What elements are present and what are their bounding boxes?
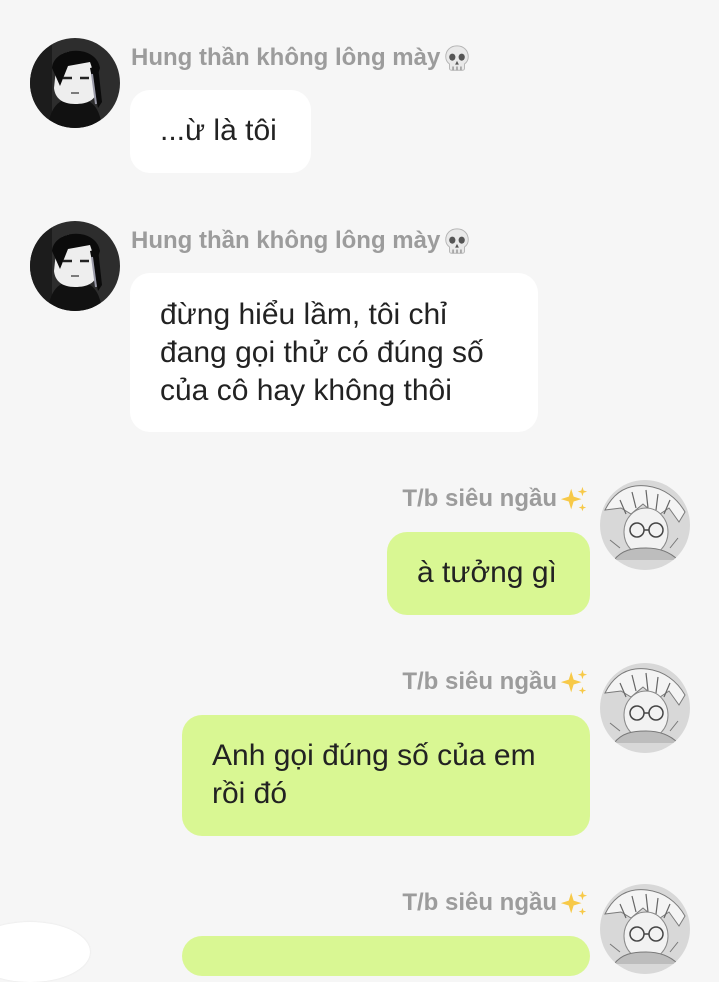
skull-icon xyxy=(442,227,472,257)
message-text: Anh gọi đúng số của em rồi đó xyxy=(212,739,536,810)
message-bubble-incoming[interactable]: ...ừ là tôi xyxy=(130,90,311,173)
message-bubble-outgoing[interactable]: à tưởng gì xyxy=(387,532,590,615)
message-text: đừng hiểu lầm, tôi chỉ đang gọi thử có đ… xyxy=(160,298,484,407)
avatar-self[interactable] xyxy=(600,480,690,570)
sender-name-self: T/b siêu ngầu xyxy=(402,667,589,698)
message-bubble-outgoing[interactable]: Anh gọi đúng số của em rồi đó xyxy=(182,715,590,836)
message-text: ...ừ là tôi xyxy=(160,114,277,147)
message-bubble-incoming[interactable]: đừng hiểu lầm, tôi chỉ đang gọi thử có đ… xyxy=(130,273,538,432)
sender-name: Hung thần không lông mày xyxy=(131,44,441,71)
scroll-indicator xyxy=(0,922,90,982)
skull-icon xyxy=(442,44,472,74)
avatar-other[interactable] xyxy=(30,38,120,128)
sender-name-self: T/b siêu ngầu xyxy=(402,484,589,515)
sparkles-icon xyxy=(559,668,589,698)
sender-name: T/b siêu ngầu xyxy=(402,668,557,695)
sender-name: Hung thần không lông mày xyxy=(131,227,441,254)
sparkles-icon xyxy=(559,889,589,919)
sender-name-self: T/b siêu ngầu xyxy=(402,888,589,919)
sender-name-other: Hung thần không lông mày xyxy=(131,226,472,257)
sender-name: T/b siêu ngầu xyxy=(402,889,557,916)
sparkles-icon xyxy=(559,485,589,515)
avatar-other[interactable] xyxy=(30,221,120,311)
sender-name-other: Hung thần không lông mày xyxy=(131,43,472,74)
message-text: à tưởng gì xyxy=(417,556,557,589)
avatar-self[interactable] xyxy=(600,663,690,753)
avatar-self[interactable] xyxy=(600,884,690,974)
message-bubble-outgoing[interactable] xyxy=(182,936,590,976)
sender-name: T/b siêu ngầu xyxy=(402,485,557,512)
